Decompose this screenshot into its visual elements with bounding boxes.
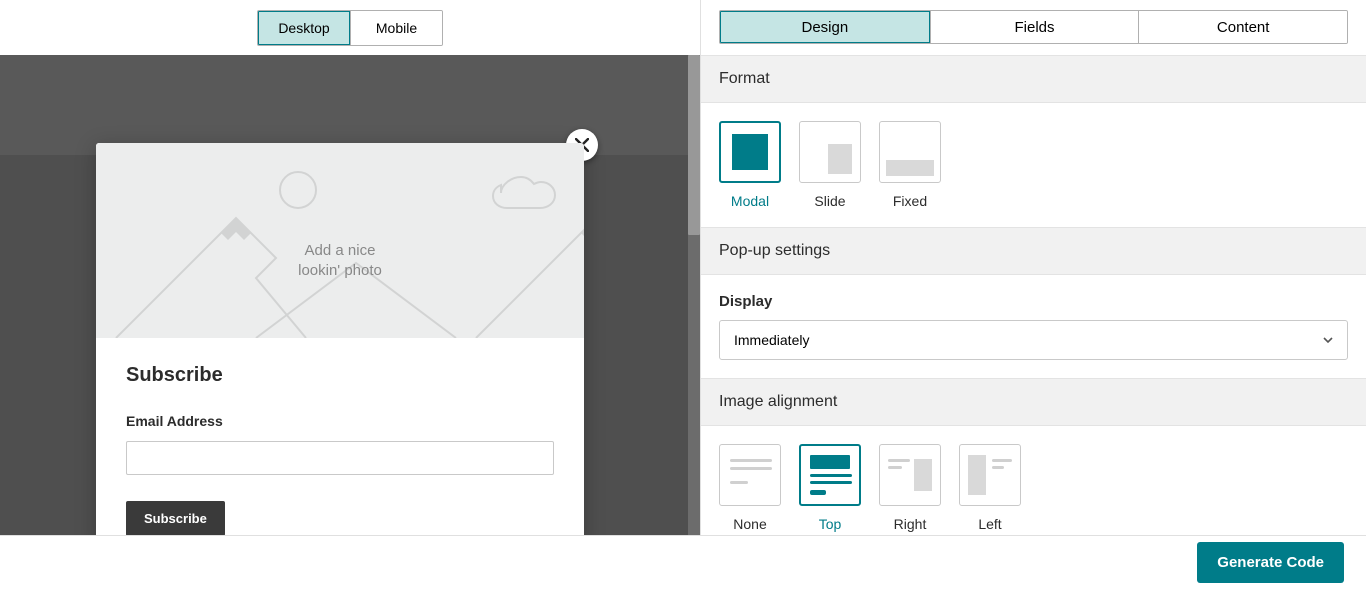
popup-title: Subscribe <box>126 364 554 387</box>
display-select[interactable]: Immediately <box>719 320 1348 360</box>
section-format-header: Format <box>701 55 1366 103</box>
format-option-modal[interactable]: Modal <box>719 121 781 209</box>
format-slide-label: Slide <box>814 193 845 209</box>
align-right-icon <box>879 444 941 506</box>
align-top-label: Top <box>819 516 842 532</box>
chevron-down-icon <box>1323 335 1333 345</box>
alignment-options: None Top Right Left <box>719 444 1348 532</box>
tab-fields[interactable]: Fields <box>930 11 1139 43</box>
tab-desktop[interactable]: Desktop <box>258 11 350 45</box>
display-label: Display <box>719 293 1348 310</box>
format-fixed-label: Fixed <box>893 193 927 209</box>
align-right-label: Right <box>894 516 927 532</box>
email-field[interactable] <box>126 441 554 475</box>
footer-bar: Generate Code <box>0 535 1366 589</box>
image-drop-zone[interactable]: Add a nice lookin' photo <box>96 143 584 338</box>
view-tabs: Desktop Mobile <box>257 10 443 46</box>
tab-content[interactable]: Content <box>1138 11 1347 43</box>
align-left-label: Left <box>978 516 1001 532</box>
image-drop-hint: Add a nice lookin' photo <box>298 241 382 280</box>
subscribe-button[interactable]: Subscribe <box>126 501 225 535</box>
image-hint-line2: lookin' photo <box>298 262 382 279</box>
display-select-value: Immediately <box>734 332 809 348</box>
panel-tabs: Design Fields Content <box>719 10 1348 44</box>
format-options: Modal Slide Fixed <box>719 121 1348 209</box>
section-image-alignment-header: Image alignment <box>701 378 1366 426</box>
section-popup-settings-header: Pop-up settings <box>701 227 1366 275</box>
align-top-icon <box>799 444 861 506</box>
generate-code-button[interactable]: Generate Code <box>1197 542 1344 583</box>
popup-form: Subscribe Email Address Subscribe <box>96 338 584 535</box>
alignment-option-right[interactable]: Right <box>879 444 941 532</box>
view-tab-bar: Desktop Mobile <box>0 0 700 55</box>
fixed-icon <box>879 121 941 183</box>
alignment-option-top[interactable]: Top <box>799 444 861 532</box>
popup-preview: Add a nice lookin' photo Subscribe Email… <box>96 143 584 535</box>
settings-scroll[interactable]: Format Modal Slide Fixed <box>701 55 1366 535</box>
align-left-icon <box>959 444 1021 506</box>
tab-mobile[interactable]: Mobile <box>350 11 442 45</box>
tab-design[interactable]: Design <box>720 11 930 43</box>
preview-scrollbar[interactable] <box>688 55 700 535</box>
align-none-icon <box>719 444 781 506</box>
alignment-option-left[interactable]: Left <box>959 444 1021 532</box>
align-none-label: None <box>733 516 766 532</box>
format-modal-label: Modal <box>731 193 769 209</box>
alignment-option-none[interactable]: None <box>719 444 781 532</box>
preview-scrollbar-thumb[interactable] <box>688 55 700 235</box>
email-label: Email Address <box>126 413 554 429</box>
format-option-fixed[interactable]: Fixed <box>879 121 941 209</box>
format-option-slide[interactable]: Slide <box>799 121 861 209</box>
slide-icon <box>799 121 861 183</box>
image-hint-line1: Add a nice <box>305 242 376 259</box>
modal-icon <box>719 121 781 183</box>
preview-area: Add a nice lookin' photo Subscribe Email… <box>0 55 700 535</box>
